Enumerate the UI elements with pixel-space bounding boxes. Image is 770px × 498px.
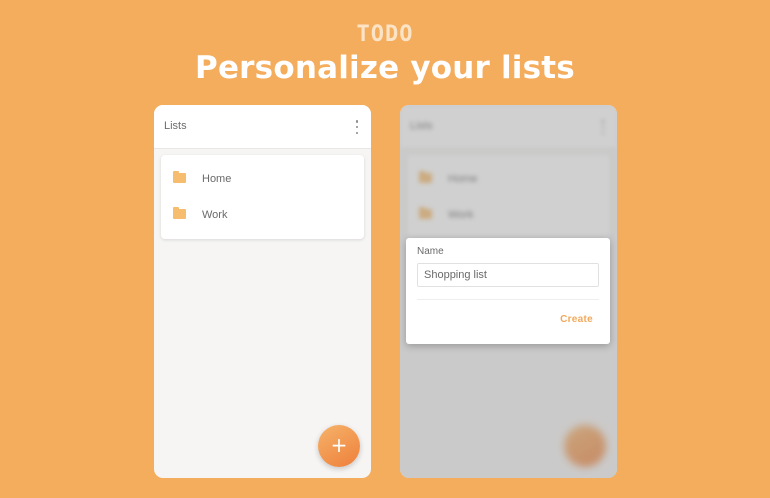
list-item-label: Home: [202, 173, 232, 185]
phone-screen-lists: Lists Home Work +: [154, 105, 371, 478]
create-button[interactable]: Create: [560, 314, 593, 325]
add-list-button[interactable]: +: [318, 425, 360, 467]
list-item-work[interactable]: Work: [161, 201, 364, 231]
app-bar: Lists: [154, 105, 371, 149]
kebab-menu-icon[interactable]: [355, 120, 359, 134]
list-item-home[interactable]: Home: [161, 165, 364, 195]
create-list-dialog: Name Create: [406, 238, 610, 344]
list-name-input[interactable]: [417, 263, 599, 287]
app-bar-title: Lists: [164, 120, 187, 132]
name-field-label: Name: [417, 246, 444, 257]
brand-label: TODO: [356, 22, 414, 47]
folder-icon: [173, 207, 186, 219]
dialog-divider: [417, 299, 599, 300]
headline: Personalize your lists: [195, 50, 575, 86]
list-item-label: Work: [202, 209, 228, 221]
folder-icon: [173, 171, 186, 183]
phone-screen-create-dialog: Lists Home Work Name Create: [400, 105, 617, 478]
lists-card: Home Work: [161, 155, 364, 239]
